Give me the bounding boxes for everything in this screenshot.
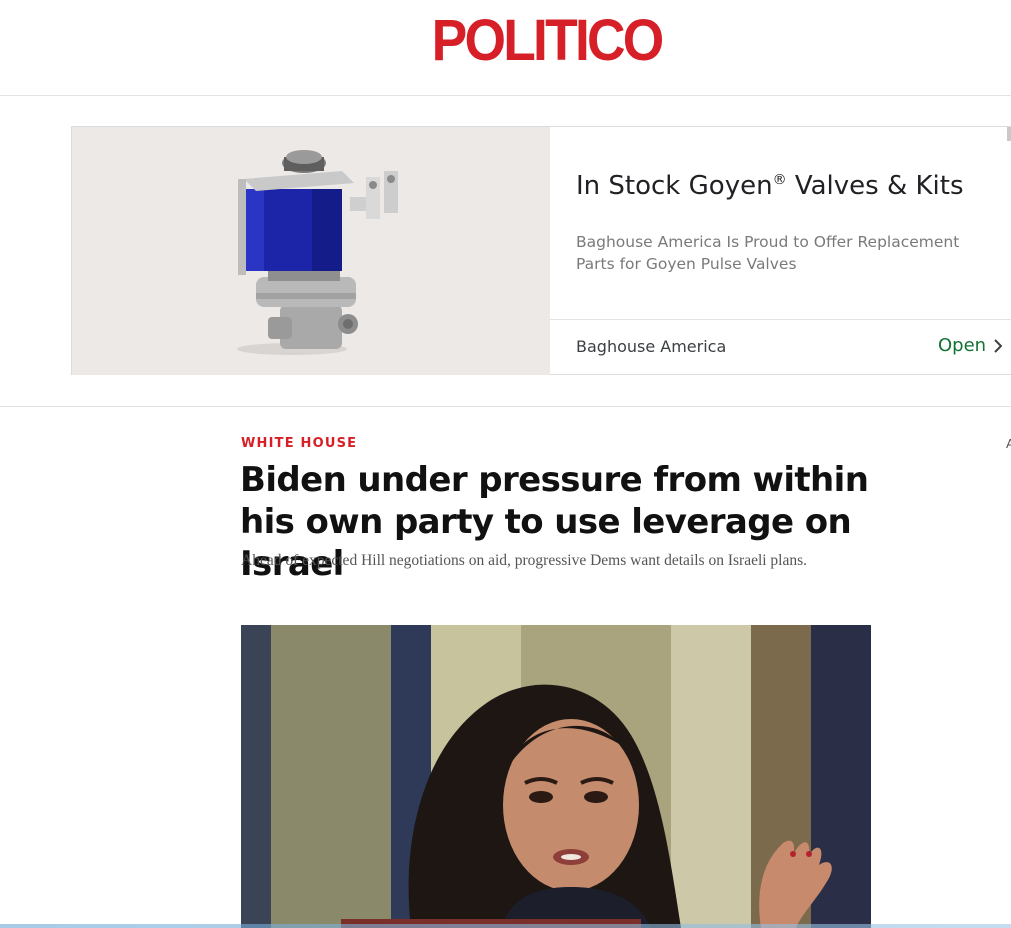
- ad-image[interactable]: [72, 127, 550, 375]
- ad-open-button[interactable]: Open: [938, 335, 1003, 356]
- chevron-right-icon: [994, 338, 1003, 353]
- masthead: POLITICO: [0, 0, 1011, 96]
- hero-photo-art: [241, 625, 871, 928]
- ad-open-label: Open: [938, 335, 987, 356]
- ad-headline-main: In Stock Goyen: [576, 171, 773, 201]
- ad-description[interactable]: Baghouse America Is Proud to Offer Repla…: [576, 231, 996, 275]
- page: POLITICO In Stock Goyen® Valves & Kits B…: [0, 0, 1011, 928]
- ad-divider: [550, 319, 1011, 320]
- window-bottom-edge: [0, 924, 1011, 928]
- section-kicker[interactable]: WHITE HOUSE: [241, 436, 357, 451]
- section-divider: [0, 406, 1011, 407]
- edge-glyph: A: [1006, 436, 1011, 451]
- ad-headline[interactable]: In Stock Goyen® Valves & Kits: [576, 171, 1006, 201]
- ad-headline-rest: Valves & Kits: [786, 171, 964, 201]
- politico-logo[interactable]: POLITICO: [427, 6, 666, 76]
- ad-advertiser[interactable]: Baghouse America: [576, 337, 726, 356]
- valve-illustration: [237, 150, 398, 355]
- article-dek: Ahead of expected Hill negotiations on a…: [241, 552, 808, 569]
- ad-unit[interactable]: In Stock Goyen® Valves & Kits Baghouse A…: [71, 126, 1011, 375]
- registered-mark: ®: [772, 172, 787, 188]
- ad-info-icon[interactable]: [1007, 127, 1011, 141]
- hero-photo[interactable]: [241, 625, 871, 928]
